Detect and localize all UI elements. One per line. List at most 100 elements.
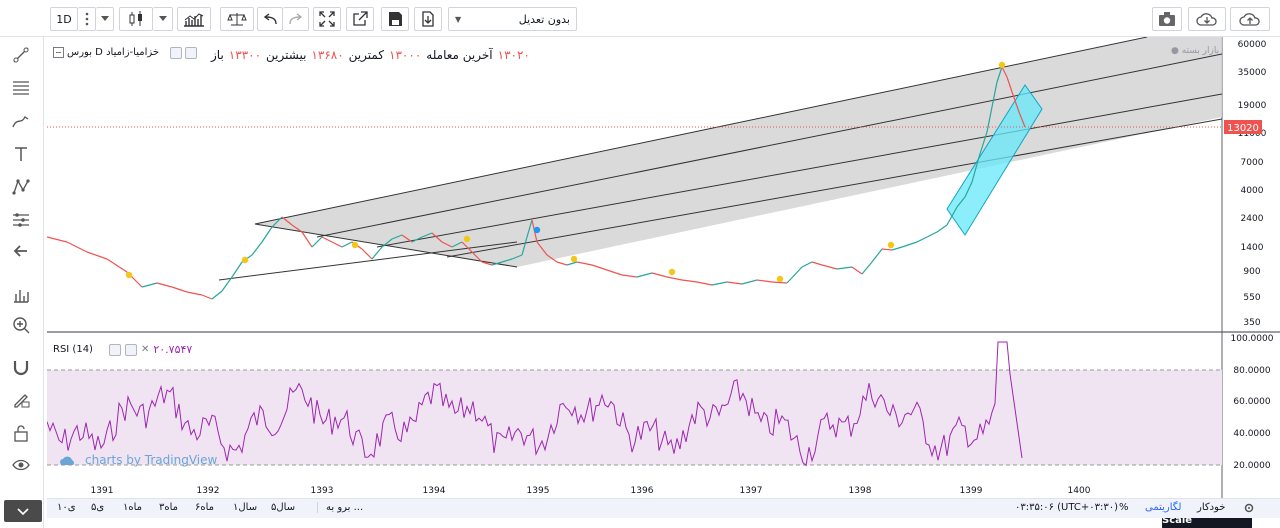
dividend-marker[interactable] — [570, 255, 578, 263]
chart-area[interactable]: 6000035000190001100070004000240014009005… — [47, 37, 1280, 528]
interval-dropdown-button[interactable] — [96, 7, 114, 31]
cloud-upload-icon — [1239, 13, 1260, 26]
auto-toggle[interactable]: خودکار — [1197, 502, 1225, 513]
watermark-text: charts by TradingView — [85, 453, 218, 467]
visibility-toggle-icon[interactable] — [170, 47, 182, 59]
tradingview-watermark[interactable]: charts by TradingView — [59, 453, 217, 467]
range-1y[interactable]: ۱سال — [233, 502, 257, 513]
redo-button[interactable] — [283, 7, 309, 31]
undo-icon — [263, 13, 277, 25]
time-axis[interactable]: 1391 1392 1393 1394 1395 1396 1397 1398 1399 1400 — [91, 486, 1091, 496]
range-label: ۱ماه — [123, 502, 143, 513]
dividend-marker[interactable] — [463, 235, 471, 243]
range-3m[interactable]: ۳ماه — [159, 502, 178, 513]
time-tick-label: 1391 — [91, 486, 114, 496]
indicators-button[interactable] — [177, 7, 211, 31]
price-tick-label: 2400 — [1241, 214, 1264, 224]
rsi-label[interactable]: RSI (14) — [53, 344, 93, 355]
lock-drawing-icon[interactable] — [8, 386, 34, 412]
more-vertical-icon — [85, 12, 88, 26]
pattern-icon[interactable] — [8, 174, 34, 200]
popout-button[interactable] — [346, 7, 374, 31]
log-toggle[interactable]: لگاریتمی — [1145, 502, 1181, 513]
time-tick-label: 1395 — [527, 486, 550, 496]
fullscreen-button[interactable] — [313, 7, 341, 31]
eye-icon[interactable] — [8, 452, 34, 478]
rsi-settings-icon[interactable] — [124, 343, 137, 356]
rsi-visibility-icon[interactable] — [108, 343, 121, 356]
magnet-icon[interactable] — [8, 354, 34, 380]
fib-retracement-icon[interactable] — [8, 75, 34, 101]
measure-icon[interactable] — [8, 282, 34, 308]
load-button[interactable] — [414, 7, 442, 31]
price-tick-label: 550 — [1243, 293, 1260, 303]
low-value: ۱۳۰۰۰ — [389, 48, 422, 62]
interval-label: 1D — [56, 12, 72, 26]
range-label: ۵سال — [271, 502, 296, 513]
goto-date-button[interactable]: برو به ... — [317, 502, 363, 513]
dividend-marker[interactable] — [241, 256, 249, 264]
dividend-marker[interactable] — [351, 241, 359, 249]
time-tick-label: 1393 — [311, 486, 334, 496]
dividend-marker[interactable] — [125, 271, 133, 279]
zoom-icon[interactable] — [8, 312, 34, 338]
last-label: آخرین معامله — [426, 48, 493, 62]
compare-button[interactable] — [220, 7, 254, 31]
dividend-marker[interactable] — [776, 275, 784, 283]
interval-button[interactable]: 1D — [50, 7, 78, 31]
caret-down-icon — [100, 16, 109, 21]
collapse-toolbar-button[interactable] — [4, 500, 42, 522]
dividend-marker[interactable] — [887, 241, 895, 249]
settings-gear-icon[interactable] — [1243, 502, 1255, 517]
chart-style-button[interactable] — [119, 7, 153, 31]
back-arrow-icon[interactable] — [8, 238, 34, 264]
last-value: ۱۳۰۲۰ — [497, 48, 530, 62]
undo-button[interactable] — [257, 7, 283, 31]
range-label: ۱۰ی — [57, 502, 76, 513]
high-label: بیشترین — [266, 48, 307, 62]
time-tick-label: 1399 — [960, 486, 983, 496]
cloud-logo-icon — [60, 456, 74, 465]
candles-icon — [129, 11, 142, 26]
upload-cloud-button[interactable] — [1230, 7, 1270, 31]
timezone-button[interactable]: ۰۳:۳۵:۰۶ (UTC+۰۳:۳۰) — [1015, 502, 1118, 513]
download-cloud-button[interactable] — [1188, 7, 1226, 31]
chart-style-dropdown[interactable] — [153, 7, 173, 31]
chart-canvas[interactable]: 6000035000190001100070004000240014009005… — [47, 37, 1280, 498]
bottom-toolbar: ۱۰ی ۵ی ۱ماه ۳ماه ۶ماه ۱سال ۵سال برو به .… — [47, 498, 1280, 518]
snapshot-button[interactable] — [1152, 7, 1182, 31]
collapse-legend-icon[interactable] — [53, 47, 64, 58]
percent-toggle[interactable]: % — [1119, 502, 1129, 513]
text-tool-icon[interactable] — [8, 141, 34, 167]
rsi-band — [47, 370, 1222, 465]
symbol-name[interactable]: بورس D خزامیا-زامیاد — [67, 47, 159, 58]
dividend-marker[interactable] — [668, 268, 676, 276]
top-toolbar: 1D ▼ بدون تعدیل — [0, 0, 1280, 37]
prediction-icon[interactable] — [8, 207, 34, 233]
cloud-download-icon — [1196, 13, 1217, 26]
range-10d[interactable]: ۱۰ی — [57, 502, 76, 513]
settings-icon[interactable] — [185, 47, 197, 59]
rsi-axis[interactable]: 100.0000 80.0000 60.0000 40.0000 20.0000 — [1231, 334, 1274, 471]
rsi-close-icon[interactable]: ✕ — [141, 344, 149, 355]
price-tick-label: 900 — [1243, 267, 1260, 277]
rsi-tick-label: 80.0000 — [1233, 366, 1270, 376]
last-price-badge-text: 13020 — [1227, 123, 1259, 134]
adjustment-select[interactable]: ▼ بدون تعدیل — [448, 7, 577, 31]
range-1m[interactable]: ۱ماه — [123, 502, 142, 513]
trendline-icon[interactable] — [8, 42, 34, 68]
split-marker[interactable] — [533, 226, 541, 234]
brush-icon[interactable] — [8, 108, 34, 134]
range-6m[interactable]: ۶ماه — [195, 502, 214, 513]
more-menu-button[interactable] — [78, 7, 96, 31]
external-link-icon — [353, 11, 368, 26]
range-5y[interactable]: ۵سال — [271, 502, 295, 513]
save-button[interactable] — [381, 7, 409, 31]
lock-icon[interactable] — [8, 420, 34, 446]
range-5d[interactable]: ۵ی — [91, 502, 104, 513]
price-axis[interactable]: 6000035000190001100070004000240014009005… — [1238, 40, 1267, 328]
dividend-marker[interactable] — [998, 61, 1006, 69]
price-tick-label: 60000 — [1238, 40, 1267, 50]
percent-label: % — [1119, 502, 1129, 513]
time-tick-label: 1394 — [423, 486, 446, 496]
